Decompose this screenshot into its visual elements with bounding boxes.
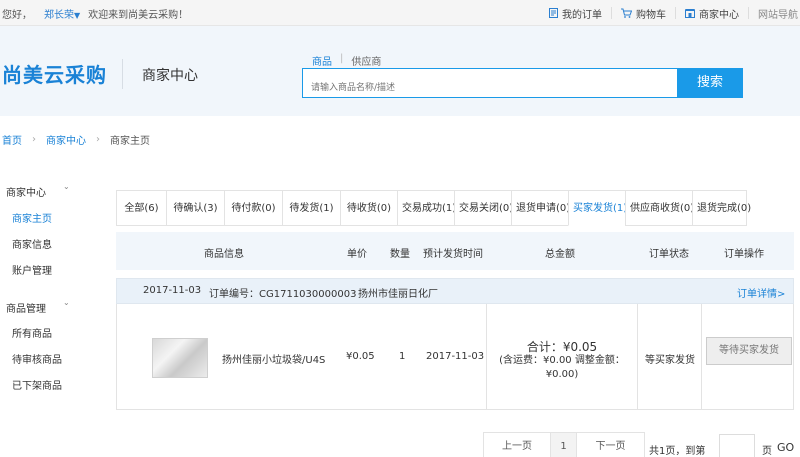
welcome-text: 欢迎来到尚美云采购！	[88, 10, 189, 21]
order-number: 订单编号：CG1711030000003	[209, 289, 357, 300]
total-adjustment: ¥0.00)	[545, 369, 579, 380]
greeting: 您好， 郑长荣▼ 欢迎来到尚美云采购！	[2, 6, 188, 21]
order-row: 扬州佳丽小垃圾袋/U4S ¥0.05 1 2017-11-03 合计：¥0.05…	[116, 304, 794, 410]
chevron-right-icon: ›	[96, 134, 100, 145]
product-name[interactable]: 扬州佳丽小垃圾袋/U4S	[222, 351, 325, 366]
tab-all[interactable]: 全部(6)	[116, 190, 166, 226]
total-amount: 合计：¥0.05	[526, 340, 598, 354]
page-jump-input[interactable]	[719, 434, 755, 457]
sidebar-item-merchant-info[interactable]: 商家信息	[12, 236, 52, 251]
cart-link[interactable]: 购物车	[612, 7, 676, 21]
total-breakdown: (含运费：¥0.00 调整金额：	[499, 355, 625, 366]
tab-to-confirm[interactable]: 待确认(3)	[166, 190, 224, 226]
order-table-header: 商品信息 单价 数量 预计发货时间 总金额 订单状态 订单操作	[116, 232, 794, 270]
col-product-info: 商品信息	[204, 249, 244, 260]
col-status: 订单状态	[649, 249, 689, 260]
sidebar-group-title: 商家中心	[6, 188, 46, 199]
search-tab-separator: |	[340, 53, 344, 64]
sidebar-group-products[interactable]: 商品管理 ⌄	[0, 294, 100, 316]
cell-divider	[637, 304, 638, 410]
search-tabs: 商品 | 供应商	[312, 53, 387, 68]
merchant-center-link[interactable]: 商家中心	[676, 7, 749, 21]
my-orders-label: 我的订单	[562, 9, 602, 21]
page-unit-label: 页	[762, 446, 772, 457]
site-nav-label: 网站导航	[758, 9, 798, 21]
top-bar: 您好， 郑长荣▼ 欢迎来到尚美云采购！ 我的订单 购物车 商家中心 网站导航	[0, 0, 800, 26]
sidebar-item-delisted-products[interactable]: 已下架商品	[12, 377, 62, 392]
order-date: 2017-11-03	[143, 285, 202, 296]
search-input[interactable]	[302, 68, 678, 98]
order-status: 等买家发货	[645, 355, 695, 366]
sidebar-item-all-products[interactable]: 所有商品	[12, 325, 52, 340]
prev-page-button[interactable]: 上一页	[483, 432, 551, 457]
page-number-1[interactable]: 1	[551, 432, 577, 457]
cart-label: 购物车	[636, 9, 666, 21]
sidebar-item-pending-products[interactable]: 待审核商品	[12, 351, 62, 366]
my-orders-link[interactable]: 我的订单	[540, 7, 612, 21]
chevron-right-icon: ›	[32, 134, 36, 145]
pagination: 上一页 1 下一页	[483, 432, 645, 457]
tab-buyer-shipped[interactable]: 买家发货(1)	[568, 190, 627, 226]
tab-supplier-received[interactable]: 供应商收货(0)	[625, 190, 694, 226]
ship-date: 2017-11-03	[426, 351, 485, 362]
order-total: 合计：¥0.05 (含运费：¥0.00 调整金额： ¥0.00)	[487, 340, 637, 382]
col-quantity: 数量	[390, 249, 410, 260]
site-nav-link[interactable]: 网站导航	[749, 7, 800, 21]
merchant-center-label: 商家中心	[699, 9, 739, 21]
tab-return-done[interactable]: 退货完成(0)	[692, 190, 751, 226]
order-icon	[549, 8, 558, 18]
search-tab-supplier[interactable]: 供应商	[345, 53, 387, 68]
unit-price: ¥0.05	[346, 351, 375, 362]
cell-divider	[701, 304, 702, 410]
cart-icon	[621, 8, 632, 18]
sidebar-item-merchant-home[interactable]: 商家主页	[12, 210, 52, 225]
col-action: 订单操作	[724, 249, 764, 260]
sidebar-group-title: 商品管理	[6, 304, 46, 315]
logo-divider	[122, 59, 123, 89]
tab-to-pay[interactable]: 待付款(0)	[224, 190, 282, 226]
tab-to-ship[interactable]: 待发货(1)	[282, 190, 340, 226]
product-thumbnail[interactable]	[152, 338, 208, 378]
breadcrumb: 首页 › 商家中心 › 商家主页	[2, 132, 150, 147]
breadcrumb-home[interactable]: 首页	[2, 132, 22, 147]
chevron-down-icon: ⌄	[63, 182, 70, 191]
chevron-down-icon: ⌄	[63, 298, 70, 307]
order-detail-link[interactable]: 订单详情>	[737, 285, 785, 300]
breadcrumb-merchant-center[interactable]: 商家中心	[46, 132, 86, 147]
logo[interactable]: 尚美云采购	[2, 59, 107, 88]
next-page-button[interactable]: 下一页	[577, 432, 645, 457]
header-subtitle: 商家中心	[142, 68, 198, 84]
col-unit-price: 单价	[347, 249, 367, 260]
tab-closed[interactable]: 交易关闭(0)	[454, 190, 513, 226]
greeting-text: 您好，	[2, 10, 32, 21]
tab-return-request[interactable]: 退货申请(0)	[511, 190, 570, 226]
username-link[interactable]: 郑长荣	[44, 10, 74, 21]
sidebar-group-merchant[interactable]: 商家中心 ⌄	[0, 178, 100, 200]
chevron-down-icon[interactable]: ▼	[74, 11, 80, 20]
col-ship-date: 预计发货时间	[423, 249, 483, 260]
page-count-info: 共1页，到第	[649, 446, 706, 457]
search-tab-product[interactable]: 商品	[312, 53, 338, 68]
col-total: 总金额	[545, 249, 575, 260]
tab-to-receive[interactable]: 待收货(0)	[340, 190, 397, 226]
order-supplier: 扬州市佳丽日化厂	[358, 289, 438, 300]
order-header-row: 2017-11-03 订单编号：CG1711030000003 扬州市佳丽日化厂…	[116, 278, 794, 304]
header: 尚美云采购 商家中心 商品 | 供应商 搜索	[0, 26, 800, 116]
order-status-tabs: 全部(6) 待确认(3) 待付款(0) 待发货(1) 待收货(0) 交易成功(1…	[116, 190, 751, 226]
search-button[interactable]: 搜索	[677, 68, 743, 98]
sidebar-item-account[interactable]: 账户管理	[12, 262, 52, 277]
await-buyer-ship-button[interactable]: 等待买家发货	[706, 337, 792, 365]
tab-success[interactable]: 交易成功(1)	[397, 190, 456, 226]
breadcrumb-current: 商家主页	[110, 136, 150, 147]
go-button[interactable]: GO	[777, 441, 794, 454]
top-links: 我的订单 购物车 商家中心 网站导航	[540, 0, 800, 26]
quantity: 1	[399, 351, 406, 362]
store-icon	[685, 9, 695, 18]
